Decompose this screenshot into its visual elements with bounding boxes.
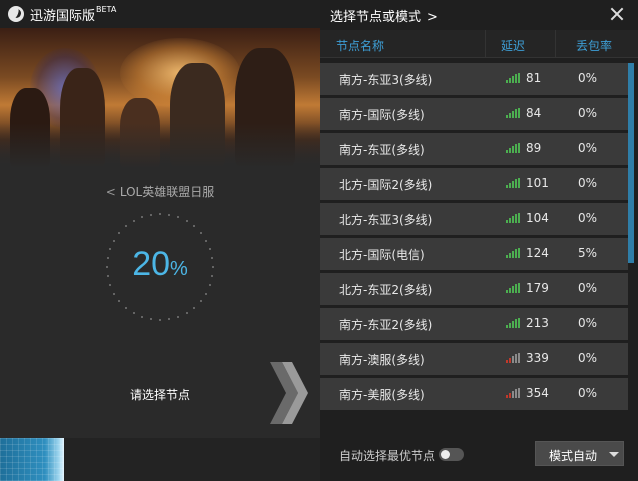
signal-strength-icon <box>506 73 522 83</box>
signal-strength-icon <box>506 318 522 328</box>
node-row[interactable]: 北方-国际(电信) 124 5% <box>320 238 628 270</box>
node-name: 南方-美服(多线) <box>339 388 425 402</box>
mode-dropdown-label: 模式自动 <box>549 449 598 463</box>
node-packet-loss: 0% <box>578 281 598 295</box>
node-name: 南方-东亚(多线) <box>339 143 425 157</box>
node-packet-loss: 0% <box>578 141 598 155</box>
node-name: 北方-东亚2(多线) <box>339 283 433 297</box>
node-latency: 84 <box>526 106 542 120</box>
signal-strength-icon <box>506 248 522 258</box>
progress-value: 20 <box>132 245 171 283</box>
node-latency: 213 <box>526 316 549 330</box>
auto-select-label: 自动选择最优节点 <box>339 449 436 463</box>
node-latency: 81 <box>526 71 542 85</box>
node-latency: 89 <box>526 141 542 155</box>
node-packet-loss: 0% <box>578 106 598 120</box>
node-name: 南方-澳服(多线) <box>339 353 425 367</box>
ad-tile[interactable] <box>0 438 64 481</box>
node-table-header: 节点名称 延迟 丢包率 <box>320 30 638 58</box>
node-name: 北方-国际2(多线) <box>339 178 433 192</box>
column-header-loss[interactable]: 丢包率 <box>576 37 612 54</box>
title-bar: 迅游国际版 BETA <box>0 0 320 28</box>
node-name: 南方-国际(多线) <box>339 108 425 122</box>
auto-select-toggle[interactable] <box>439 448 464 461</box>
node-list: 南方-东亚3(多线) 81 0% 南方-国际(多线) 84 0% 南方-东亚(多线) 89 0%… <box>320 63 628 413</box>
signal-strength-icon <box>506 178 522 188</box>
node-latency: 339 <box>526 351 549 365</box>
signal-strength-icon <box>506 353 522 363</box>
node-name: 南方-东亚2(多线) <box>339 318 433 332</box>
node-packet-loss: 0% <box>578 316 598 330</box>
node-name: 南方-东亚3(多线) <box>339 73 433 87</box>
signal-strength-icon <box>506 143 522 153</box>
node-latency: 354 <box>526 386 549 400</box>
app-logo-icon <box>8 6 24 22</box>
node-row[interactable]: 南方-东亚3(多线) 81 0% <box>320 63 628 95</box>
chevron-right-icon: > <box>427 10 438 25</box>
column-header-latency[interactable]: 延迟 <box>501 37 525 54</box>
node-packet-loss: 0% <box>578 211 598 225</box>
node-name: 北方-国际(电信) <box>339 248 425 262</box>
beta-badge: BETA <box>96 4 117 14</box>
node-latency: 179 <box>526 281 549 295</box>
node-packet-loss: 0% <box>578 386 598 400</box>
panel-close-icon[interactable] <box>610 7 624 21</box>
node-panel-title-text: 选择节点或模式 <box>330 10 422 25</box>
node-packet-loss: 0% <box>578 71 598 85</box>
progress-unit: % <box>170 258 188 280</box>
node-row[interactable]: 南方-美服(多线) 354 0% <box>320 378 628 410</box>
node-row[interactable]: 北方-国际2(多线) 101 0% <box>320 168 628 200</box>
signal-strength-icon <box>506 108 522 118</box>
game-banner-image <box>0 28 320 168</box>
node-packet-loss: 0% <box>578 176 598 190</box>
game-name: LOL英雄联盟日服 <box>119 185 215 199</box>
progress-readout: 20% <box>105 245 215 284</box>
node-row[interactable]: 南方-东亚2(多线) 213 0% <box>320 308 628 340</box>
signal-strength-icon <box>506 388 522 398</box>
back-chevron-icon[interactable]: < <box>106 185 116 199</box>
app-title: 迅游国际版 <box>30 8 96 24</box>
scrollbar[interactable] <box>628 63 634 263</box>
caret-down-icon <box>609 452 619 457</box>
node-row[interactable]: 南方-东亚(多线) 89 0% <box>320 133 628 165</box>
double-chevron-right-icon[interactable] <box>268 360 308 426</box>
node-latency: 104 <box>526 211 549 225</box>
node-row[interactable]: 南方-澳服(多线) 339 0% <box>320 343 628 375</box>
node-selection-panel: 选择节点或模式 > 节点名称 延迟 丢包率 南方-东亚3(多线) 81 0% 南方-国际… <box>320 0 638 481</box>
node-panel-title: 选择节点或模式 > <box>330 6 438 25</box>
game-selector[interactable]: < LOL英雄联盟日服 <box>0 183 320 200</box>
node-packet-loss: 5% <box>578 246 598 260</box>
node-row[interactable]: 南方-国际(多线) 84 0% <box>320 98 628 130</box>
node-name: 北方-东亚3(多线) <box>339 213 433 227</box>
accelerator-panel: 迅游国际版 BETA 登录 <LOL英雄联盟日服 20% 请选择节点 <box>0 0 320 481</box>
node-latency: 101 <box>526 176 549 190</box>
signal-strength-icon <box>506 213 522 223</box>
node-row[interactable]: 北方-东亚3(多线) 104 0% <box>320 203 628 235</box>
node-latency: 124 <box>526 246 549 260</box>
signal-strength-icon <box>506 283 522 293</box>
mode-dropdown-button[interactable]: 模式自动 <box>535 441 624 466</box>
node-row[interactable]: 北方-东亚2(多线) 179 0% <box>320 273 628 305</box>
node-packet-loss: 0% <box>578 351 598 365</box>
column-header-name[interactable]: 节点名称 <box>336 37 384 54</box>
